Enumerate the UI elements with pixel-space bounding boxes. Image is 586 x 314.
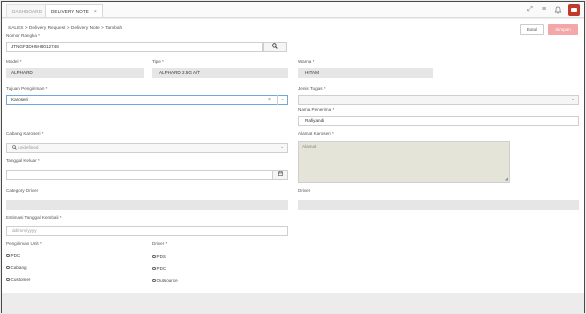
tanggal-keluar-input[interactable] — [6, 170, 276, 180]
user-avatar[interactable] — [568, 4, 580, 16]
nama-penerima-input[interactable]: Rafiyandi — [298, 116, 579, 126]
search-button[interactable] — [263, 42, 287, 52]
resize-handle-icon[interactable]: ◢ — [505, 176, 508, 181]
tipe-value: ALPHARD 2.5G A/T — [159, 70, 201, 75]
cancel-button[interactable]: Batal — [520, 24, 544, 35]
model-value: ALPHARD — [11, 70, 33, 75]
model-label: Model * — [6, 59, 22, 64]
expand-icon[interactable]: ⤢ — [526, 6, 534, 14]
tujuan-pengiriman-select[interactable]: Karoseri × ⌄ — [6, 95, 288, 105]
estimasi-placeholder: dd/mm/yyyy — [12, 228, 37, 233]
estimasi-tanggal-kembali-input[interactable]: dd/mm/yyyy — [6, 226, 288, 236]
warna-value: HITAM — [305, 70, 319, 75]
cabang-karoseri-select[interactable]: undefined ⌄ — [6, 143, 288, 153]
radio-pdc-label: PDC — [10, 253, 21, 258]
save-button[interactable]: Simpan — [548, 24, 578, 35]
tab-dashboard-label: DASHBOARD — [12, 9, 42, 14]
chevron-down-icon[interactable]: ⌄ — [277, 95, 287, 105]
header-icons: ⤢ ≡ — [526, 4, 580, 16]
warna-field: HITAM — [298, 68, 433, 78]
nama-penerima-label: Nama Penerima * — [298, 107, 335, 112]
tujuan-pengiriman-value: Karoseri — [11, 97, 29, 102]
radio-circle-icon — [6, 277, 10, 282]
nomor-rangka-value: JTNGF3DH5H8012748 — [11, 44, 59, 49]
estimasi-tanggal-kembali-label: Estimasi Tanggal Kembali * — [6, 215, 62, 220]
category-driver-field — [6, 200, 288, 210]
nomor-rangka-label: Nomor Rangka * — [6, 33, 40, 38]
calendar-icon — [277, 171, 283, 176]
clear-icon[interactable]: × — [268, 96, 271, 104]
alamat-karoseri-label: Alamat Karoseri * — [298, 131, 334, 136]
driver-radio-label: Driver * — [152, 241, 168, 246]
app-window: DASHBOARD DELIVERY NOTE × ⤢ ≡ SALES > Del… — [1, 1, 585, 313]
tab-delivery-note-label: DELIVERY NOTE — [51, 9, 89, 14]
jenis-tugas-label: Jenis Tugas * — [298, 86, 326, 91]
radio-pds[interactable]: PDS — [152, 254, 166, 259]
warna-label: Warna * — [298, 59, 315, 64]
radio-cabang-label: Cabang — [10, 265, 27, 270]
tujuan-pengiriman-label: Tujuan Pengiriman * — [6, 86, 48, 91]
category-driver-label: Category Driver — [6, 188, 39, 193]
radio-circle-icon — [6, 253, 10, 258]
driver-label: Driver — [298, 188, 311, 193]
alamat-karoseri-textarea[interactable]: Alamat ◢ — [298, 141, 510, 183]
radio-circle-icon — [152, 278, 156, 283]
radio-circle-icon — [6, 265, 10, 270]
alamat-placeholder: Alamat — [302, 144, 317, 149]
radio-customer-label: Customer — [10, 277, 31, 282]
footer-area — [2, 293, 584, 313]
cabang-karoseri-value: undefined — [18, 145, 39, 150]
driver-field — [298, 200, 579, 210]
nomor-rangka-input[interactable]: JTNGF3DH5H8012748 — [6, 42, 263, 52]
radio-driver-pdc[interactable]: PDC — [152, 266, 166, 271]
tipe-label: Tipe * — [152, 59, 164, 64]
main-content: SALES > Delivery Request > Delivery Note… — [2, 19, 584, 293]
radio-outsource[interactable]: Outsource — [152, 278, 178, 283]
cabang-karoseri-label: Cabang Karoseri * — [6, 131, 44, 136]
tab-dashboard[interactable]: DASHBOARD — [6, 4, 48, 17]
radio-customer[interactable]: Customer — [6, 277, 30, 282]
radio-driver-pdc-label: PDC — [156, 266, 167, 271]
tipe-field: ALPHARD 2.5G A/T — [152, 68, 288, 78]
menu-icon[interactable]: ≡ — [540, 6, 548, 14]
tab-delivery-note[interactable]: DELIVERY NOTE × — [45, 4, 103, 17]
jenis-tugas-select[interactable]: ⌄ — [298, 95, 579, 105]
radio-circle-icon — [152, 254, 156, 259]
model-field: ALPHARD — [6, 68, 144, 78]
nama-penerima-value: Rafiyandi — [305, 118, 325, 123]
tanggal-keluar-label: Tanggal Keluar * — [6, 158, 40, 163]
pengiriman-unit-label: Pengiriman Unit * — [6, 241, 42, 246]
calendar-button[interactable] — [272, 170, 288, 180]
top-tab-bar: DASHBOARD DELIVERY NOTE × ⤢ ≡ — [2, 2, 584, 18]
search-icon — [272, 43, 278, 49]
chevron-down-icon[interactable]: ⌄ — [568, 95, 578, 105]
radio-circle-icon — [152, 266, 156, 271]
radio-pdc[interactable]: PDC — [6, 253, 20, 258]
close-icon[interactable]: × — [94, 9, 97, 15]
radio-outsource-label: Outsource — [156, 278, 178, 283]
search-icon — [12, 145, 17, 150]
radio-cabang[interactable]: Cabang — [6, 265, 27, 270]
breadcrumb: SALES > Delivery Request > Delivery Note… — [8, 26, 123, 31]
radio-pds-label: PDS — [156, 254, 166, 259]
bell-icon[interactable] — [554, 6, 562, 14]
chevron-down-icon[interactable]: ⌄ — [277, 143, 287, 153]
